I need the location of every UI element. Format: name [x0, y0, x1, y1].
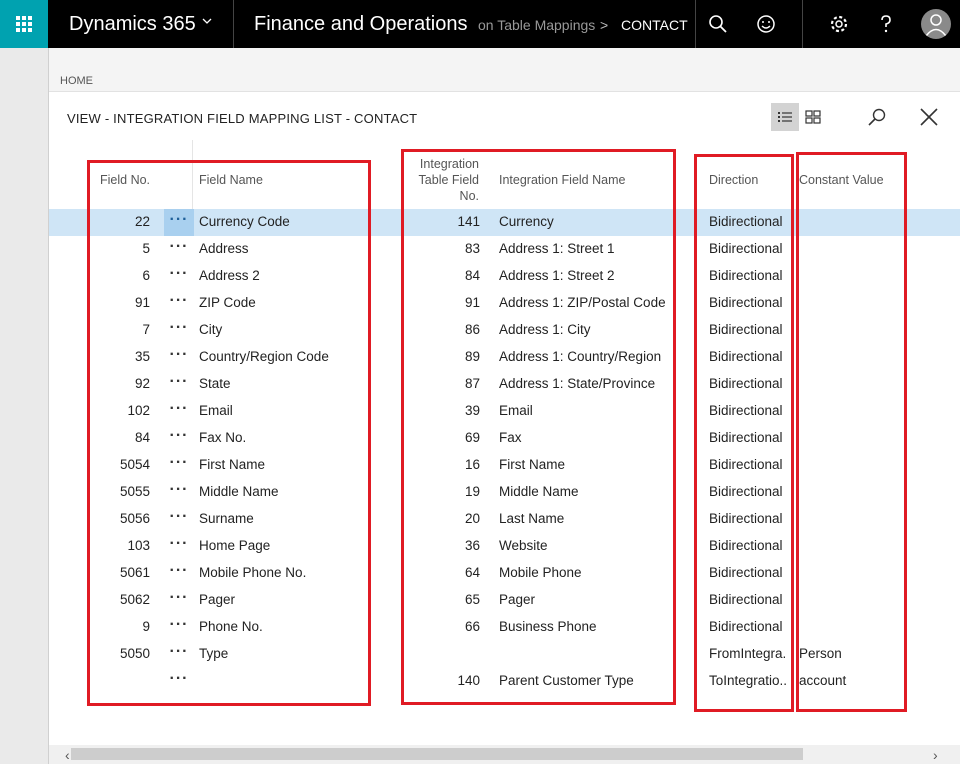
annotation-box-integration-field	[401, 149, 676, 705]
page-title: VIEW - INTEGRATION FIELD MAPPING LIST - …	[67, 111, 418, 126]
annotation-box-constant-value	[796, 152, 907, 712]
annotation-box-field	[87, 160, 371, 706]
find-icon	[868, 108, 886, 126]
chevron-down-icon[interactable]	[200, 14, 214, 28]
close-button[interactable]	[915, 103, 943, 131]
nav-separator	[802, 0, 803, 48]
annotation-box-direction	[694, 154, 794, 712]
horizontal-scrollbar[interactable]: ‹ ›	[49, 745, 960, 764]
gear-icon[interactable]	[828, 13, 850, 35]
home-link[interactable]: HOME	[60, 75, 93, 87]
app-name: Finance and Operations	[254, 13, 468, 35]
waffle-icon	[16, 16, 32, 32]
smiley-icon[interactable]	[755, 13, 777, 35]
grid-view-icon	[805, 110, 821, 124]
search-icon[interactable]	[707, 13, 729, 35]
home-strip: HOME	[49, 48, 960, 92]
breadcrumb-separator: >	[600, 17, 609, 33]
scrollbar-thumb[interactable]	[71, 748, 803, 760]
help-icon[interactable]	[875, 13, 897, 35]
brand-label[interactable]: Dynamics 365	[69, 13, 196, 36]
nav-separator	[233, 0, 234, 48]
scroll-right-icon[interactable]: ›	[933, 747, 938, 763]
close-icon	[920, 108, 938, 126]
nav-separator	[695, 0, 696, 48]
navigation-rail	[0, 48, 49, 764]
breadcrumb-previous[interactable]: on Table Mappings	[478, 17, 595, 33]
main-panel: VIEW - INTEGRATION FIELD MAPPING LIST - …	[49, 92, 960, 764]
list-view-button[interactable]	[771, 103, 799, 131]
top-nav-bar: Dynamics 365 Finance and Operations on T…	[0, 0, 960, 48]
breadcrumb-current: CONTACT	[621, 17, 688, 33]
list-view-icon	[778, 112, 792, 122]
grid-view-button[interactable]	[799, 103, 827, 131]
scroll-left-icon[interactable]: ‹	[65, 747, 70, 763]
app-launcher-button[interactable]	[0, 0, 48, 48]
find-button[interactable]	[863, 103, 891, 131]
avatar-icon[interactable]	[921, 9, 951, 39]
